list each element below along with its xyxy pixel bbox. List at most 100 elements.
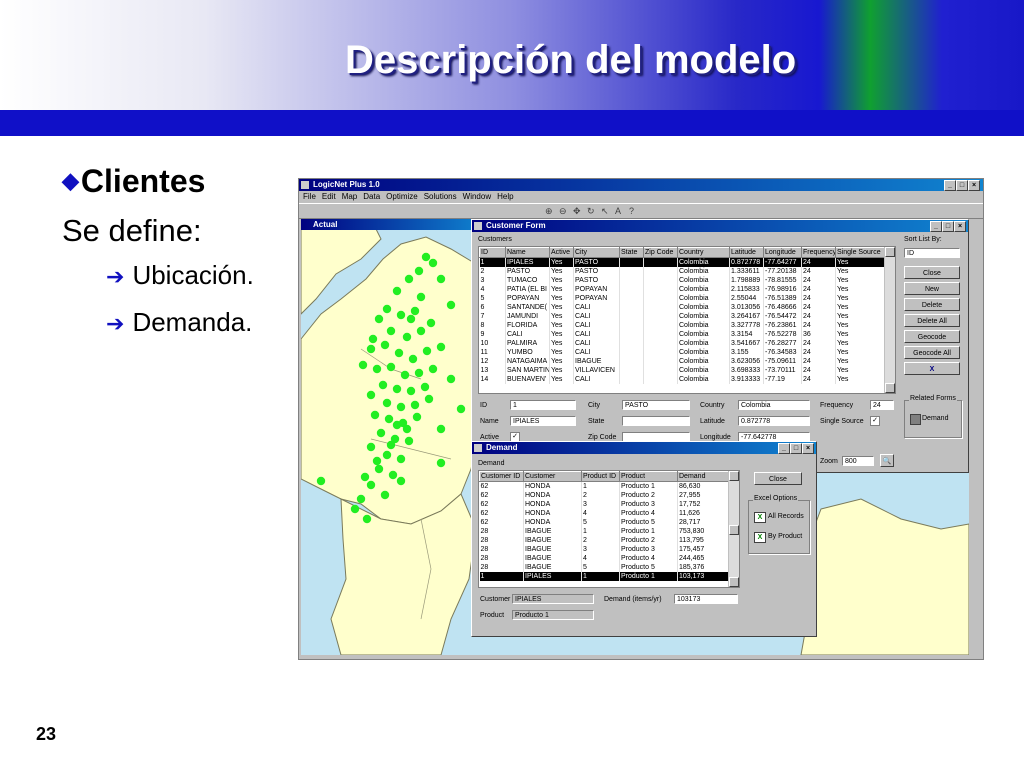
column-header[interactable]: Product ID <box>581 471 620 482</box>
column-header[interactable]: Product <box>619 471 678 482</box>
table-row[interactable]: 62 HONDA 5 Producto 5 28,717 <box>479 518 730 527</box>
customer-point[interactable] <box>362 514 372 524</box>
column-header[interactable]: Latitude <box>729 247 764 258</box>
table-row[interactable]: 28 IBAGUE 3 Producto 3 175,457 <box>479 545 730 554</box>
geocode-button[interactable]: Geocode <box>904 330 960 343</box>
customer-point[interactable] <box>374 464 384 474</box>
maximize-icon[interactable]: □ <box>942 221 954 232</box>
customer-point[interactable] <box>421 252 431 262</box>
column-header[interactable]: Country <box>677 247 730 258</box>
customer-point[interactable] <box>416 292 426 302</box>
table-row[interactable]: 11 YUMBO Yes CALI Colombia 3.155 -76.34583 24 Ye… <box>479 348 886 357</box>
customer-point[interactable] <box>392 384 402 394</box>
new-button[interactable]: New <box>904 282 960 295</box>
customers-table[interactable]: ID Name Active City State Zip Code Country Lati… <box>478 246 896 394</box>
customer-point[interactable] <box>316 476 326 486</box>
state-field[interactable] <box>622 416 690 426</box>
customer-point[interactable] <box>428 258 438 268</box>
customer-point[interactable] <box>396 476 406 486</box>
menu-item-map[interactable]: Map <box>342 191 358 203</box>
customer-point[interactable] <box>380 340 390 350</box>
table-row[interactable]: 2 PASTO Yes PASTO Colombia 1.333611 -77.20138 2… <box>479 267 886 276</box>
column-header[interactable]: City <box>573 247 620 258</box>
table-row[interactable]: 14 BUENAVEN' Yes CALI Colombia 3.913333 -77.19… <box>479 375 886 384</box>
zoom-magnifier-button[interactable]: 🔍 <box>880 454 894 467</box>
table-row[interactable]: 62 HONDA 4 Producto 4 11,626 <box>479 509 730 518</box>
customer-point[interactable] <box>386 440 396 450</box>
table-row[interactable]: 28 IBAGUE 2 Producto 2 113,795 <box>479 536 730 545</box>
table-row[interactable]: 5 POPAYAN Yes POPAYAN Colombia 2.55044 -76.513… <box>479 294 886 303</box>
minimize-icon[interactable]: _ <box>778 443 790 454</box>
customer-point[interactable] <box>404 274 414 284</box>
column-header[interactable]: Demand <box>677 471 730 482</box>
demand-close-button[interactable]: Close <box>754 472 802 485</box>
table-row[interactable]: 28 IBAGUE 1 Producto 1 753,830 <box>479 527 730 536</box>
table-row[interactable]: 10 PALMIRA Yes CALI Colombia 3.541667 -76.2827… <box>479 339 886 348</box>
customer-point[interactable] <box>428 364 438 374</box>
excel-export-button[interactable]: X <box>904 362 960 375</box>
customer-point[interactable] <box>396 310 406 320</box>
column-header[interactable]: ID <box>479 247 506 258</box>
menu-item-window[interactable]: Window <box>463 191 491 203</box>
zoom-in-icon[interactable]: ⊕ <box>545 206 553 217</box>
delete-button[interactable]: Delete <box>904 298 960 311</box>
customer-point[interactable] <box>406 386 416 396</box>
customer-point[interactable] <box>412 412 422 422</box>
refresh-icon[interactable]: ↻ <box>587 206 595 217</box>
menu-item-help[interactable]: Help <box>497 191 513 203</box>
maximize-icon[interactable]: □ <box>956 180 968 191</box>
table-row[interactable]: 1 IPIALES Yes PASTO Colombia 0.872778 -77.6427… <box>479 257 886 267</box>
map-title-bar[interactable]: Actual <box>301 219 485 230</box>
frequency-field[interactable]: 24 <box>870 400 894 410</box>
customer-point[interactable] <box>436 458 446 468</box>
minimize-icon[interactable]: _ <box>944 180 956 191</box>
customer-point[interactable] <box>420 382 430 392</box>
customer-point[interactable] <box>388 470 398 480</box>
country-select[interactable]: Colombia <box>738 400 810 410</box>
customer-point[interactable] <box>396 402 406 412</box>
column-header[interactable]: Frequency <box>801 247 836 258</box>
close-icon[interactable]: × <box>968 180 980 191</box>
demand-table[interactable]: Customer ID Customer Product ID Product Dema… <box>478 470 740 588</box>
customer-point[interactable] <box>426 318 436 328</box>
zoom-select[interactable]: 800 <box>842 456 874 466</box>
customer-point[interactable] <box>382 304 392 314</box>
customer-point[interactable] <box>376 428 386 438</box>
customer-point[interactable] <box>402 424 412 434</box>
customers-scrollbar[interactable] <box>884 247 895 393</box>
customer-point[interactable] <box>422 346 432 356</box>
column-header[interactable]: Single Source <box>835 247 886 258</box>
close-icon[interactable]: × <box>802 443 814 454</box>
pan-icon[interactable]: ✥ <box>573 206 581 217</box>
customer-point[interactable] <box>416 326 426 336</box>
menu-item-edit[interactable]: Edit <box>322 191 336 203</box>
label-icon[interactable]: A <box>615 206 621 216</box>
maximize-icon[interactable]: □ <box>790 443 802 454</box>
customer-point[interactable] <box>424 394 434 404</box>
table-row[interactable]: 1 IPIALES 1 Producto 1 103,173 <box>479 572 730 581</box>
customer-point[interactable] <box>382 398 392 408</box>
customer-point[interactable] <box>366 442 376 452</box>
table-row[interactable]: 62 HONDA 3 Producto 3 17,752 <box>479 500 730 509</box>
column-header[interactable]: Longitude <box>763 247 802 258</box>
menu-item-file[interactable]: File <box>303 191 316 203</box>
customer-point[interactable] <box>356 494 366 504</box>
table-row[interactable]: 28 IBAGUE 5 Producto 5 185,376 <box>479 563 730 572</box>
customer-point[interactable] <box>358 360 368 370</box>
scroll-down-icon[interactable] <box>885 383 895 393</box>
single-source-checkbox[interactable]: ✓ <box>870 416 880 426</box>
customer-point[interactable] <box>366 480 376 490</box>
customer-point[interactable] <box>368 334 378 344</box>
zoom-out-icon[interactable]: ⊖ <box>559 206 567 217</box>
customer-point[interactable] <box>394 348 404 358</box>
menu-item-data[interactable]: Data <box>363 191 380 203</box>
table-row[interactable]: 28 IBAGUE 4 Producto 4 244,465 <box>479 554 730 563</box>
customer-point[interactable] <box>436 342 446 352</box>
customer-point[interactable] <box>386 362 396 372</box>
customer-point[interactable] <box>436 424 446 434</box>
customer-point[interactable] <box>392 420 402 430</box>
customer-point[interactable] <box>372 364 382 374</box>
customer-point[interactable] <box>392 286 402 296</box>
customer-point[interactable] <box>372 456 382 466</box>
column-header[interactable]: Customer <box>523 471 582 482</box>
